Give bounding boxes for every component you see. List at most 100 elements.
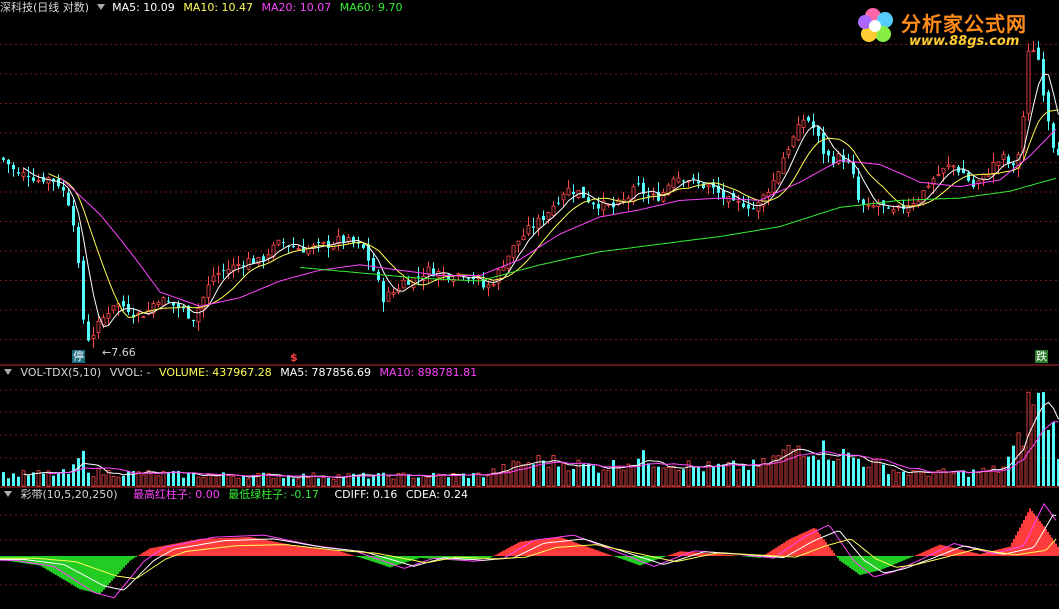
candle (566, 180, 571, 196)
volume-bar (116, 476, 121, 487)
volume-bar (642, 450, 645, 486)
volume-bar (931, 472, 936, 487)
volume-bar (2, 472, 5, 486)
candle (377, 269, 380, 283)
candle (391, 287, 396, 298)
volume-bar (342, 477, 345, 486)
volume-bar (807, 456, 810, 486)
candle (637, 175, 640, 187)
logo-url: www.88gs.com (909, 34, 1020, 49)
dropdown-triangle-icon[interactable] (96, 4, 105, 10)
ma5-legend: MA5: 10.09 (112, 1, 175, 14)
volume-bar (946, 471, 951, 487)
volume-bar (496, 472, 501, 487)
candle (491, 280, 496, 288)
candle (601, 192, 606, 217)
volume-bar (847, 452, 850, 486)
volume-bar (962, 470, 965, 486)
volume-bar (501, 463, 506, 487)
candle (521, 228, 526, 241)
volume-bar (906, 474, 911, 487)
volume-bar (761, 457, 766, 487)
candle (447, 273, 450, 283)
volume-bar (827, 459, 830, 486)
volume-bar (911, 470, 916, 487)
volume-bar (822, 440, 825, 486)
volume-bar (647, 463, 650, 486)
price-panel[interactable] (2, 41, 1059, 348)
candle (306, 244, 311, 257)
candle (472, 272, 475, 285)
candle (242, 260, 245, 277)
volume-bar (657, 466, 660, 486)
volume-bar (752, 459, 755, 486)
volume-bar (876, 458, 881, 487)
candle (657, 182, 660, 202)
volume-bar (7, 478, 10, 486)
site-logo: 分析家公式网 www.88gs.com (851, 4, 1051, 52)
volume-bar (926, 475, 931, 487)
candle (382, 277, 385, 312)
volume-bar (372, 476, 375, 486)
candle (616, 197, 621, 207)
volume-bar (111, 475, 116, 487)
candle (46, 176, 51, 191)
volume-bar (812, 455, 815, 486)
ma10-legend: MA10: 10.47 (183, 1, 254, 14)
candle (276, 239, 281, 247)
volume-bar (271, 478, 276, 487)
volume-bar (101, 474, 106, 487)
volume-bar (52, 475, 55, 486)
candle (456, 272, 461, 280)
candle (511, 244, 516, 263)
dropdown-triangle-icon[interactable] (4, 491, 12, 497)
candle (111, 305, 116, 314)
stock-chart-canvas[interactable] (0, 0, 1059, 609)
volume-bar (216, 474, 221, 487)
candle (87, 314, 90, 342)
volume-bar (561, 462, 566, 487)
color-band-panel[interactable] (0, 502, 1059, 599)
volume-bar (551, 454, 556, 487)
band-panel-header: 彩带(10,5,20,250) 最高红柱子: 0.00 最低绿柱子: -0.17… (0, 488, 473, 502)
volume-bar (467, 478, 470, 486)
logo-title: 分析家公式网 (901, 12, 1027, 36)
volume-bar (702, 471, 705, 486)
candle (651, 187, 656, 201)
volume-bar (12, 473, 15, 486)
volume-bar (866, 466, 871, 487)
volume-bar (177, 470, 180, 486)
candle (216, 265, 221, 284)
vol-indicator-name[interactable]: VOL-TDX(5,10) (21, 366, 102, 379)
ma60-legend: MA60: 9.70 (339, 1, 403, 14)
volume-bar (661, 467, 666, 487)
candle (852, 154, 855, 179)
candle (317, 238, 320, 252)
volume-bar (936, 469, 941, 487)
volume-bar (536, 455, 541, 487)
volume-panel-header: VOL-TDX(5,10) VVOL: - VOLUME: 437967.28 … (0, 366, 482, 380)
volume-bar (747, 469, 750, 486)
volume-bar (57, 472, 60, 486)
candle (807, 115, 810, 123)
volume-bar (27, 475, 30, 486)
candle (271, 241, 276, 262)
price-title[interactable]: 深科技(日线 对数) (0, 1, 89, 14)
volume-panel[interactable] (2, 391, 1059, 487)
volume-bar (726, 462, 731, 487)
band-indicator-name[interactable]: 彩带(10,5,20,250) (21, 488, 118, 501)
volume-legend: VOLUME: 437967.28 (159, 366, 272, 379)
volume-bar (957, 471, 960, 486)
volume-bar (161, 471, 166, 487)
dropdown-triangle-icon[interactable] (4, 369, 12, 375)
volume-bar (357, 475, 360, 486)
candle (17, 167, 20, 176)
candle (1047, 89, 1050, 131)
candle (516, 240, 521, 253)
candle (832, 150, 835, 168)
candle (712, 179, 715, 195)
volume-bar (411, 477, 416, 487)
candle (962, 160, 965, 174)
volume-bar (666, 466, 671, 487)
volume-bar (486, 473, 491, 487)
